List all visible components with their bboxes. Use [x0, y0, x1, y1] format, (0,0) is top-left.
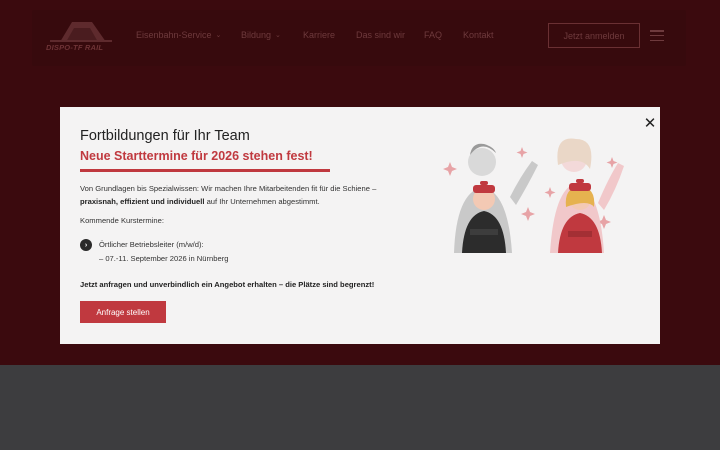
- modal-subtitle: Neue Starttermine für 2026 stehen fest!: [80, 149, 313, 163]
- chevron-right-icon: ›: [80, 239, 92, 251]
- chevron-down-icon: ⌄: [275, 32, 281, 39]
- chevron-down-icon: ⌄: [215, 32, 222, 39]
- request-button[interactable]: Anfrage stellen: [80, 301, 166, 323]
- course-title: Örtlicher Betriebsleiter (m/w/d):: [99, 240, 204, 249]
- nav-item-eisenbahn-service[interactable]: Eisenbahn-Service ⌄: [136, 30, 221, 40]
- intro-text-end: auf Ihr Unternehmen abgestimmt.: [204, 196, 320, 206]
- nav-item-label: Bildung: [241, 30, 272, 40]
- page-footer-area: [0, 365, 720, 450]
- login-button[interactable]: Jetzt anmelden: [548, 23, 640, 48]
- promo-modal: ✕ Fortbildungen für Ihr Team Neue Startt…: [60, 107, 660, 344]
- cta-text: Jetzt anfragen und unverbindlich ein Ang…: [80, 280, 375, 289]
- course-date: – 07.-11. September 2026 in Nürnberg: [99, 254, 229, 263]
- nav-item-label: Das sind wir: [356, 30, 406, 40]
- nav-item-kontakt[interactable]: Kontakt: [463, 30, 494, 40]
- nav-item-faq[interactable]: FAQ: [424, 30, 442, 40]
- intro-bold-text: praxisnah, effizient und individuell: [80, 196, 205, 206]
- modal-title: Fortbildungen für Ihr Team: [80, 128, 250, 144]
- logo[interactable]: DISPO-TF RAIL: [46, 16, 116, 56]
- menu-bar: [650, 34, 664, 37]
- team-illustration: [443, 138, 624, 253]
- modal-intro: Von Grundlagen bis Spezialwissen: Wir ma…: [80, 183, 410, 208]
- subtitle-underline: [80, 169, 330, 172]
- nav-item-label: Kontakt: [463, 30, 494, 40]
- menu-bar: [650, 39, 664, 41]
- menu-bar: [650, 30, 664, 32]
- nav-item-das-sind-wir[interactable]: Das sind wir: [356, 30, 405, 40]
- nav-item-label: Karriere: [303, 30, 336, 40]
- nav-item-karriere[interactable]: Karriere: [303, 30, 335, 40]
- close-icon[interactable]: ✕: [642, 115, 658, 131]
- logo-text: DISPO-TF RAIL: [46, 43, 104, 52]
- hamburger-icon[interactable]: [650, 30, 664, 41]
- courses-label: Kommende Kurstermine:: [80, 216, 164, 225]
- nav-item-label: FAQ: [424, 30, 443, 40]
- intro-text: Von Grundlagen bis Spezialwissen: Wir ma…: [80, 184, 377, 193]
- nav-item-bildung[interactable]: Bildung ⌄: [241, 30, 281, 40]
- logo-mark-icon: [50, 22, 112, 42]
- nav-item-label: Eisenbahn-Service: [136, 30, 212, 40]
